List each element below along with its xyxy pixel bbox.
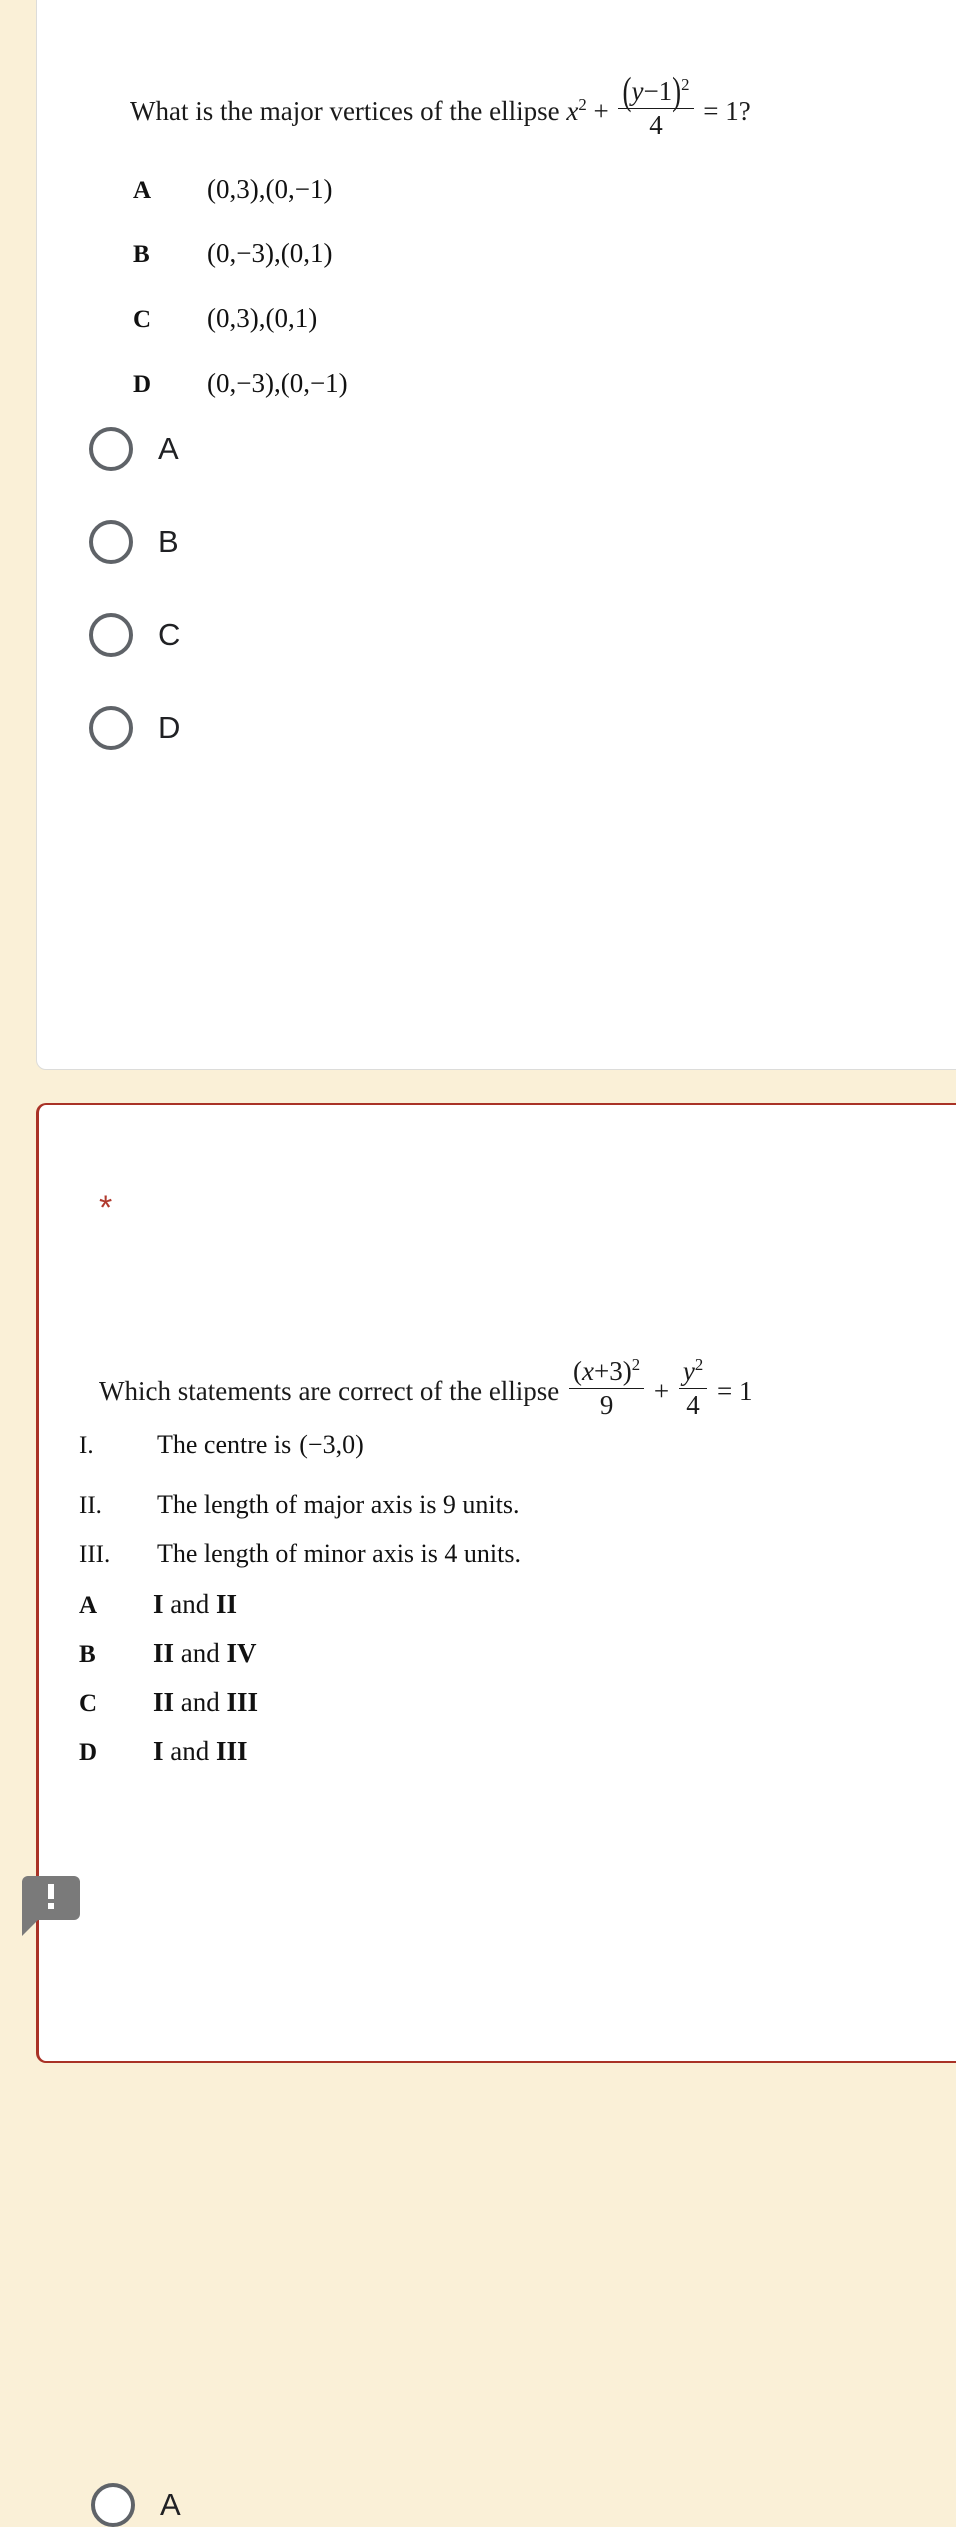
q2-answer-option-d-letter: D xyxy=(79,1739,98,1766)
answer-option-b-letter: B xyxy=(133,241,150,268)
exclamation-stem xyxy=(48,1884,54,1899)
statement-i-numeral: I. xyxy=(79,1432,94,1459)
q2-b-part1: II xyxy=(153,1638,175,1668)
math-minus-one: −1 xyxy=(643,76,673,106)
math-denominator-4: 4 xyxy=(686,1390,700,1421)
answer-option-c-letter: C xyxy=(133,306,152,333)
math-x: x xyxy=(566,96,579,127)
q2-radio-choice-a[interactable]: A xyxy=(91,2483,181,2527)
q2-d-part2: III xyxy=(216,1736,248,1766)
exclamation-icon[interactable] xyxy=(22,1876,80,1936)
q2-answer-option-d: D I and III xyxy=(79,1736,248,1767)
radio-choice-d[interactable]: D xyxy=(89,706,180,750)
math-x-exponent: 2 xyxy=(578,95,587,115)
statement-iii: III. The length of minor axis is 4 units… xyxy=(79,1539,521,1569)
question-card-1: What is the major vertices of the ellips… xyxy=(36,0,956,1070)
q2-c-part1: II xyxy=(153,1687,175,1717)
math-y: y xyxy=(631,76,644,106)
answer-option-a-value: (0,3),(0,−1) xyxy=(207,174,333,204)
math-y-2: y xyxy=(682,1356,695,1386)
statement-ii-numeral: II. xyxy=(79,1492,102,1519)
question-card-2: * Which statements are correct of the el… xyxy=(36,1103,956,2527)
question-1-prompt-text: What is the major vertices of the ellips… xyxy=(130,96,560,127)
q2-answer-option-a: A I and II xyxy=(79,1589,237,1620)
math-fraction-y2-over-4: y2 4 xyxy=(678,1355,708,1421)
math-plus: + xyxy=(593,96,609,127)
math-plus-three: +3 xyxy=(594,1356,623,1386)
answer-option-b: B (0,−3),(0,1) xyxy=(133,238,332,269)
answer-option-c-value: (0,3),(0,1) xyxy=(207,303,318,333)
math-plus-2: + xyxy=(653,1376,670,1407)
paren-open-2: ( xyxy=(573,1356,583,1386)
q2-answer-option-b-value: II and IV xyxy=(153,1638,257,1669)
q2-c-join: and xyxy=(174,1687,227,1717)
math-denominator-9: 9 xyxy=(599,1390,614,1421)
radio-choice-b-label: B xyxy=(158,524,179,559)
q2-answer-option-c: C II and III xyxy=(79,1687,258,1718)
q2-d-join: and xyxy=(163,1736,216,1766)
q2-a-part1: I xyxy=(153,1589,164,1619)
q2-answer-option-b: B II and IV xyxy=(79,1638,257,1669)
q2-answer-option-a-value: I and II xyxy=(153,1589,237,1620)
required-asterisk: * xyxy=(99,1189,113,1227)
q2-answer-option-b-letter: B xyxy=(79,1641,96,1668)
statement-iii-numeral: III. xyxy=(79,1541,111,1568)
radio-button-b-icon[interactable] xyxy=(89,520,133,564)
q2-radio-button-a-icon[interactable] xyxy=(91,2483,135,2527)
answer-option-c: C (0,3),(0,1) xyxy=(133,303,317,334)
answer-option-a-letter: A xyxy=(133,177,152,204)
q2-d-part1: I xyxy=(153,1736,164,1766)
statement-i-math: (−3,0) xyxy=(299,1430,364,1459)
answer-option-b-value: (0,−3),(0,1) xyxy=(207,238,333,268)
question-2-prompt: Which statements are correct of the elli… xyxy=(99,1355,752,1421)
math-x-2: x xyxy=(582,1356,595,1386)
q2-c-part2: III xyxy=(226,1687,259,1717)
q2-b-join: and xyxy=(174,1638,227,1668)
radio-choice-c[interactable]: C xyxy=(89,613,180,657)
statement-i: I. The centre is (−3,0) xyxy=(79,1430,364,1460)
paren-open: ( xyxy=(622,69,632,113)
statement-ii: II. The length of major axis is 9 units. xyxy=(79,1490,520,1520)
q2-b-part2: IV xyxy=(226,1638,257,1668)
answer-option-a: A (0,3),(0,−1) xyxy=(133,174,332,205)
q2-radio-choice-a-label: A xyxy=(160,2487,181,2522)
question-2-prompt-text: Which statements are correct of the elli… xyxy=(99,1376,560,1407)
radio-choice-c-label: C xyxy=(158,617,181,652)
question-mark: ? xyxy=(738,96,751,127)
math-equals: = 1 xyxy=(703,96,739,127)
radio-choice-b[interactable]: B xyxy=(89,520,179,564)
q2-answer-option-c-value: II and III xyxy=(153,1687,258,1718)
q2-a-part2: II xyxy=(216,1589,238,1619)
answer-option-d: D (0,−3),(0,−1) xyxy=(133,368,348,399)
radio-choice-a-label: A xyxy=(158,431,179,466)
radio-button-d-icon[interactable] xyxy=(89,706,133,750)
radio-choice-a[interactable]: A xyxy=(89,427,179,471)
math-paren-exponent: 2 xyxy=(681,75,690,94)
q2-answer-option-a-letter: A xyxy=(79,1592,98,1619)
question-1-prompt: What is the major vertices of the ellips… xyxy=(130,69,751,141)
radio-button-c-icon[interactable] xyxy=(89,613,133,657)
answer-option-d-value: (0,−3),(0,−1) xyxy=(207,368,348,398)
paren-close-2: ) xyxy=(622,1356,632,1386)
math-fraction-x3-over-9: (x+3)2 9 xyxy=(569,1355,645,1421)
math-y-exponent: 2 xyxy=(694,1355,704,1374)
radio-choice-d-label: D xyxy=(158,710,181,745)
answer-option-d-letter: D xyxy=(133,371,152,398)
exclamation-dot xyxy=(48,1903,54,1909)
math-paren-exponent-2: 2 xyxy=(631,1355,641,1374)
statement-ii-text: The length of major axis is 9 units. xyxy=(157,1490,520,1519)
math-fraction-1: (y−1)2 4 xyxy=(618,69,694,141)
radio-button-a-icon[interactable] xyxy=(89,427,133,471)
math-equals-2: = 1 xyxy=(716,1376,753,1407)
paren-close: ) xyxy=(672,69,682,113)
statement-i-text: The centre is xyxy=(157,1430,292,1459)
statement-iii-text: The length of minor axis is 4 units. xyxy=(157,1539,521,1568)
q2-a-join: and xyxy=(163,1589,216,1619)
q2-answer-option-d-value: I and III xyxy=(153,1736,248,1767)
q2-answer-option-c-letter: C xyxy=(79,1690,98,1717)
